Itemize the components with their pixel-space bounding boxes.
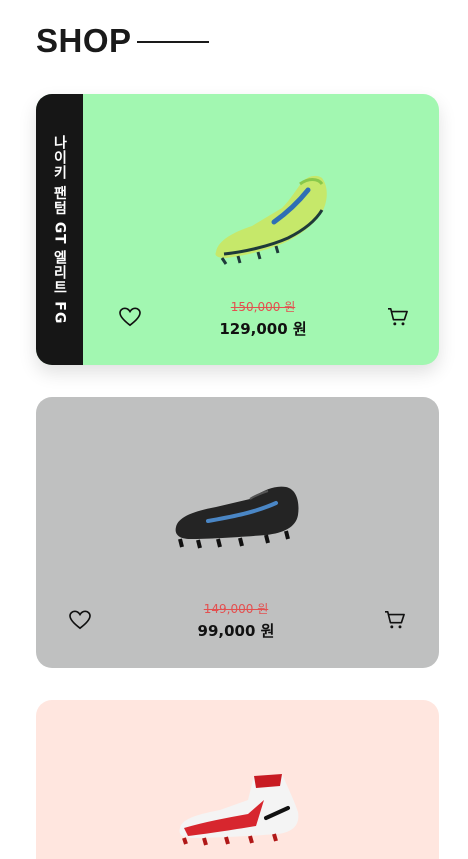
- original-price: 149,000 원: [203, 602, 269, 616]
- shop-header: SHOP: [36, 22, 209, 60]
- red-white-high-top-cleat-image: [179, 774, 299, 846]
- product-card[interactable]: [36, 700, 439, 859]
- heart-icon[interactable]: [67, 607, 93, 633]
- price-block: 150,000 원 129,000 원: [183, 298, 343, 339]
- product-card[interactable]: 나이키 팬텀 GT 엘리트 FG 150,000 원 129,000 원: [36, 94, 439, 365]
- page-title: SHOP: [36, 22, 132, 59]
- heart-icon[interactable]: [117, 304, 143, 330]
- title-underline: [136, 41, 209, 43]
- original-price: 150,000 원: [230, 300, 296, 314]
- cart-icon[interactable]: [382, 607, 408, 633]
- product-name-tab: 나이키 팬텀 GT 엘리트 FG: [36, 94, 83, 365]
- sale-price: 129,000 원: [219, 320, 307, 338]
- product-card[interactable]: 149,000 원 99,000 원: [36, 397, 439, 668]
- green-soccer-cleat-image: [215, 175, 327, 265]
- sale-price: 99,000 원: [197, 622, 275, 640]
- price-block: 149,000 원 99,000 원: [156, 600, 316, 641]
- cart-icon[interactable]: [385, 304, 411, 330]
- black-soccer-cleat-image: [175, 486, 299, 549]
- product-name: 나이키 팬텀 GT 엘리트 FG: [51, 134, 68, 325]
